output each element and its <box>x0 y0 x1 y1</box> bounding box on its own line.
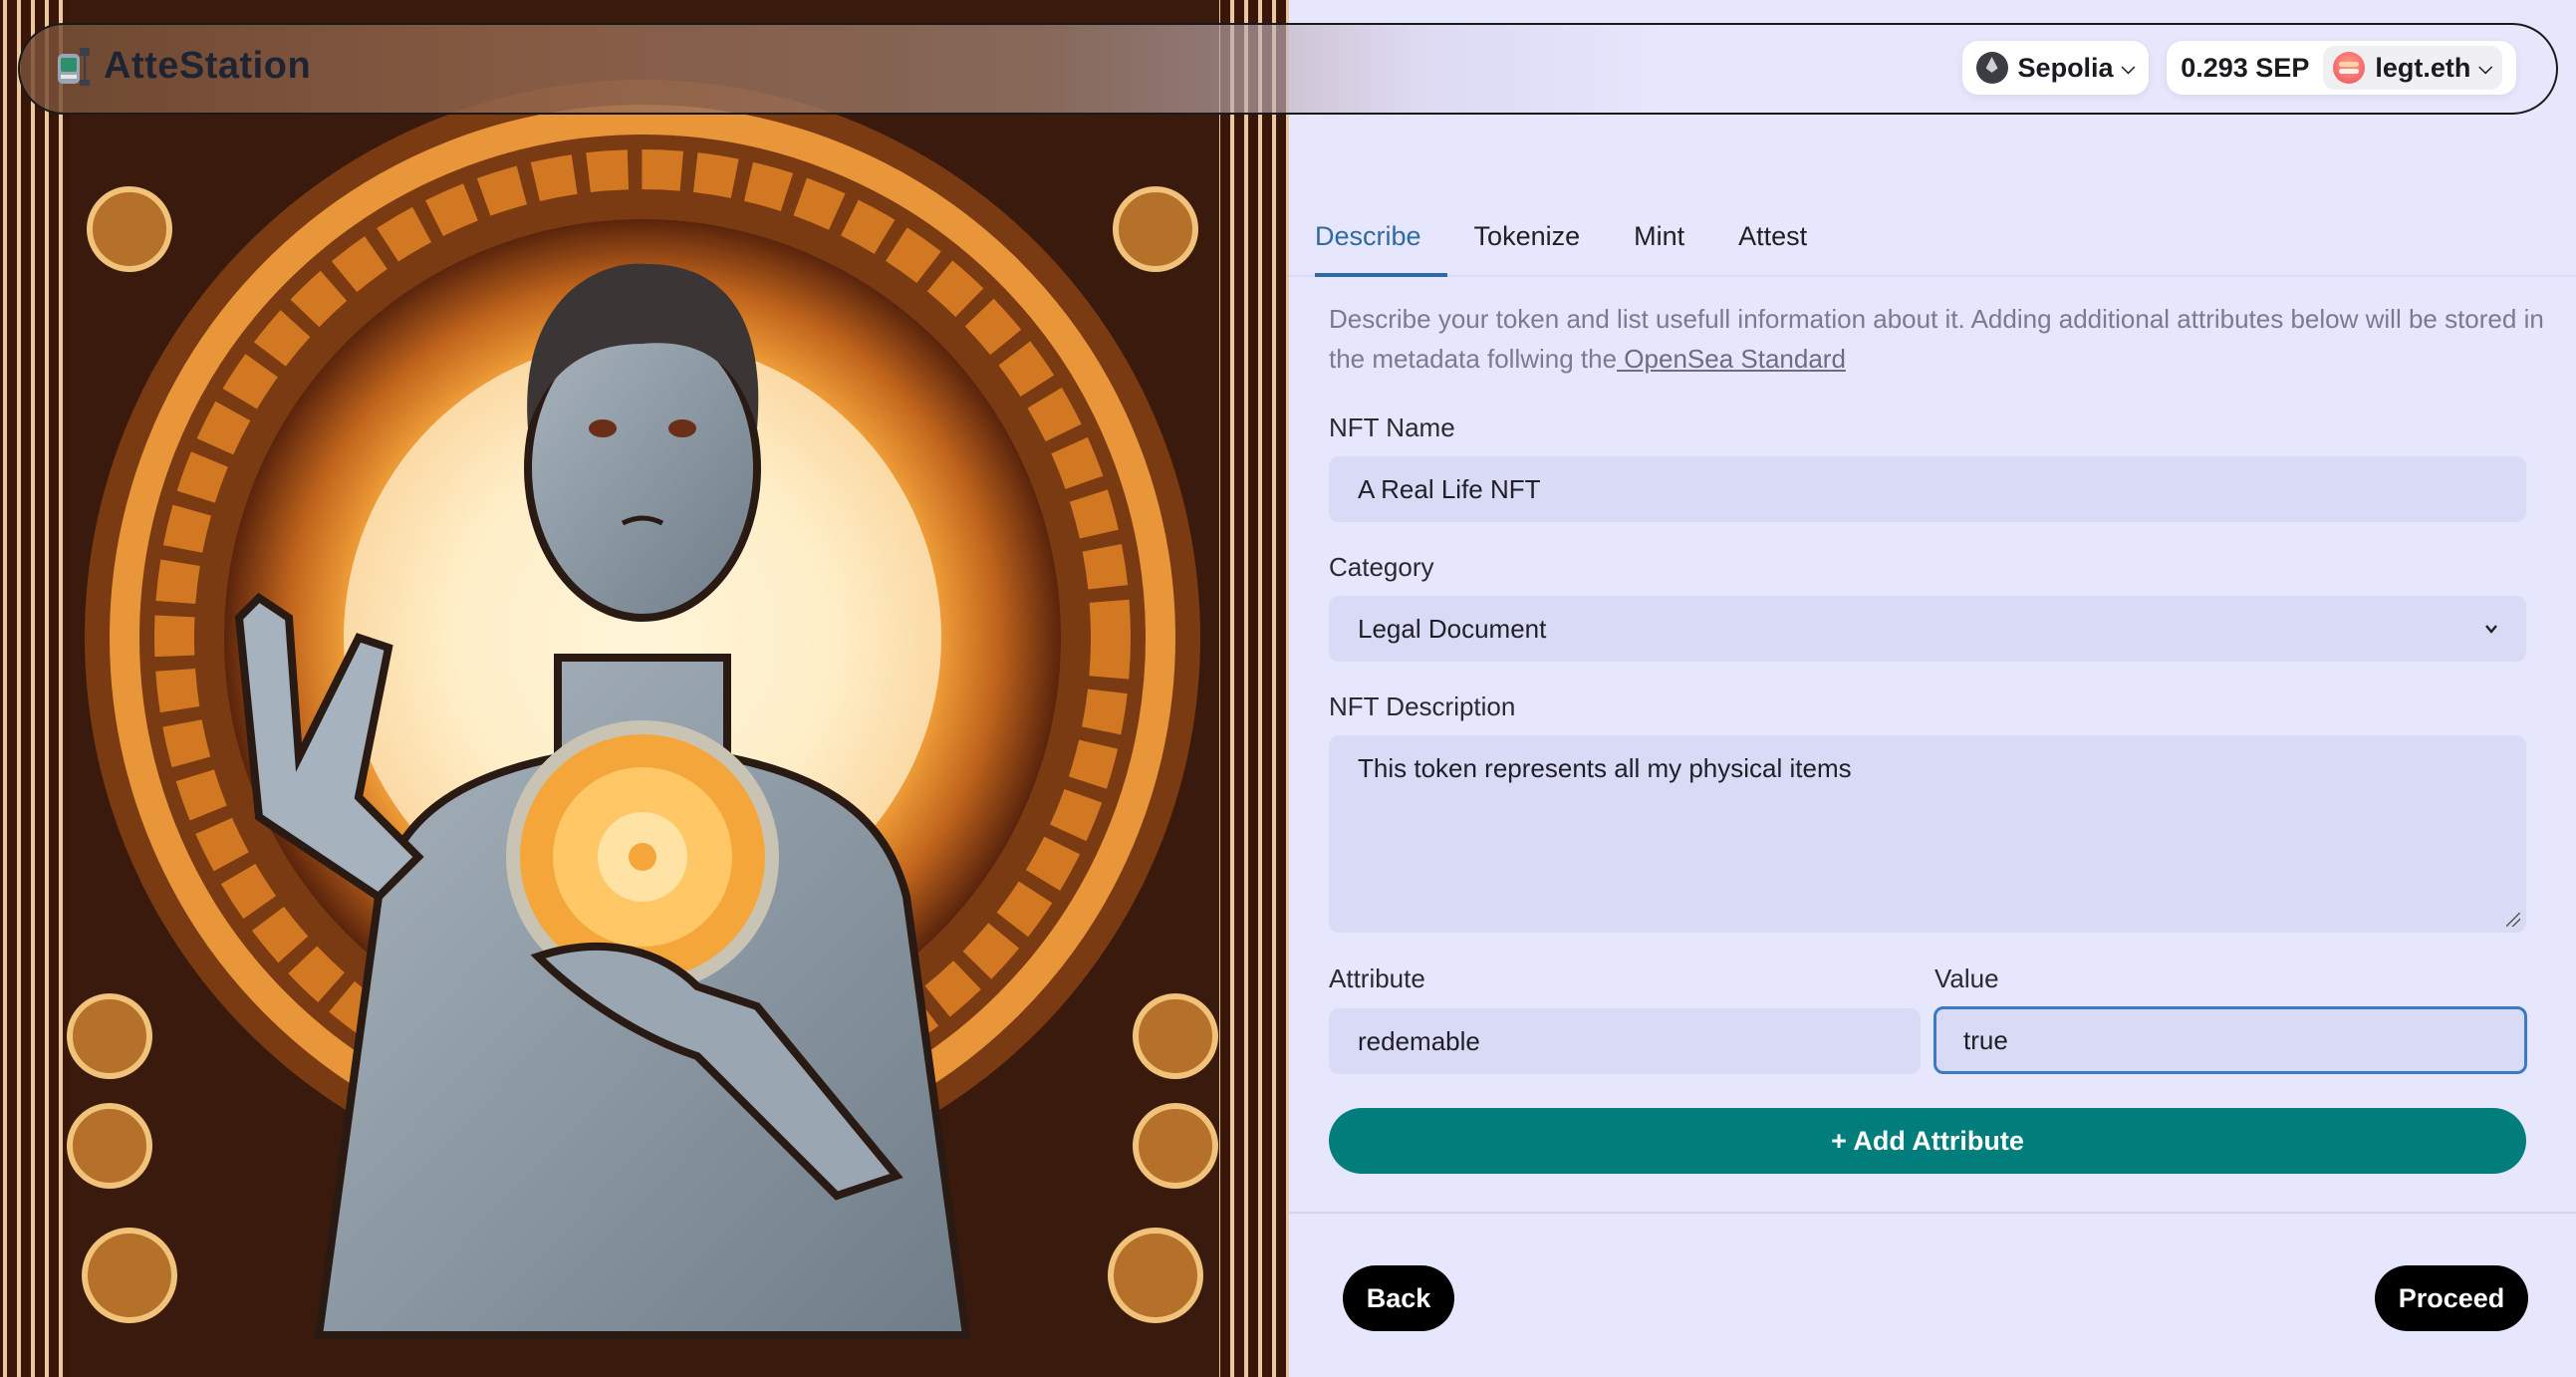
wallet-balance: 0.293 SEP <box>2181 52 2310 83</box>
ethereum-icon <box>1975 52 2008 84</box>
nft-description-textarea[interactable]: This token represents all my physical it… <box>1329 735 2526 933</box>
nft-form-panel: Describe Tokenize Mint Attest Describe y… <box>1289 0 2576 1377</box>
top-navbar: AtteStation Sepolia ⌵ 0.293 SEP legt.eth… <box>18 23 2558 115</box>
account-button[interactable]: 0.293 SEP legt.eth ⌵ <box>2167 41 2516 95</box>
value-input[interactable]: true <box>1933 1006 2527 1074</box>
footer-divider <box>1289 1212 2576 1214</box>
category-label: Category <box>1329 552 1434 582</box>
network-selector[interactable]: Sepolia ⌵ <box>1961 41 2150 95</box>
resize-handle-icon[interactable] <box>2506 913 2520 927</box>
station-train-icon <box>56 46 92 88</box>
nft-name-input[interactable]: A Real Life NFT <box>1329 456 2526 522</box>
network-name: Sepolia <box>2017 52 2114 83</box>
attribute-value: redemable <box>1358 1025 1480 1056</box>
add-attribute-button[interactable]: + Add Attribute <box>1329 1108 2526 1174</box>
back-button[interactable]: Back <box>1343 1265 1454 1331</box>
artwork-illustration <box>0 0 1289 1377</box>
nft-name-label: NFT Name <box>1329 413 1455 442</box>
chevron-down-icon: ⌵ <box>2121 57 2136 78</box>
value-label: Value <box>1934 964 1999 993</box>
intro-body: Describe your token and list usefull inf… <box>1329 304 2544 374</box>
account-chip[interactable]: legt.eth ⌵ <box>2323 46 2502 90</box>
opensea-standard-link[interactable]: OpenSea Standard <box>1617 344 1846 374</box>
account-name: legt.eth <box>2375 52 2471 83</box>
tab-attest[interactable]: Attest <box>1738 199 1834 277</box>
nft-description-value: This token represents all my physical it… <box>1358 753 1852 783</box>
nft-description-label: NFT Description <box>1329 691 1516 721</box>
intro-text: Describe your token and list usefull inf… <box>1329 299 2554 379</box>
app-name: AtteStation <box>104 45 312 87</box>
tab-describe[interactable]: Describe <box>1315 199 1447 277</box>
attribute-input[interactable]: redemable <box>1329 1008 1921 1074</box>
tab-mint[interactable]: Mint <box>1634 199 1711 277</box>
step-tabs: Describe Tokenize Mint Attest <box>1289 199 2576 277</box>
app-logo[interactable]: AtteStation <box>56 45 311 88</box>
value-value: true <box>1963 1024 2008 1055</box>
nft-name-value: A Real Life NFT <box>1358 473 1541 504</box>
category-value: Legal Document <box>1358 613 1547 644</box>
attribute-label: Attribute <box>1329 964 1425 993</box>
account-avatar-icon <box>2333 52 2366 84</box>
chevron-down-icon <box>2485 625 2497 634</box>
chevron-down-icon: ⌵ <box>2478 57 2492 78</box>
proceed-button[interactable]: Proceed <box>2375 1265 2528 1331</box>
nft-artwork-image <box>0 0 1289 1377</box>
tab-tokenize[interactable]: Tokenize <box>1474 199 1608 277</box>
category-select[interactable]: Legal Document <box>1329 596 2526 662</box>
